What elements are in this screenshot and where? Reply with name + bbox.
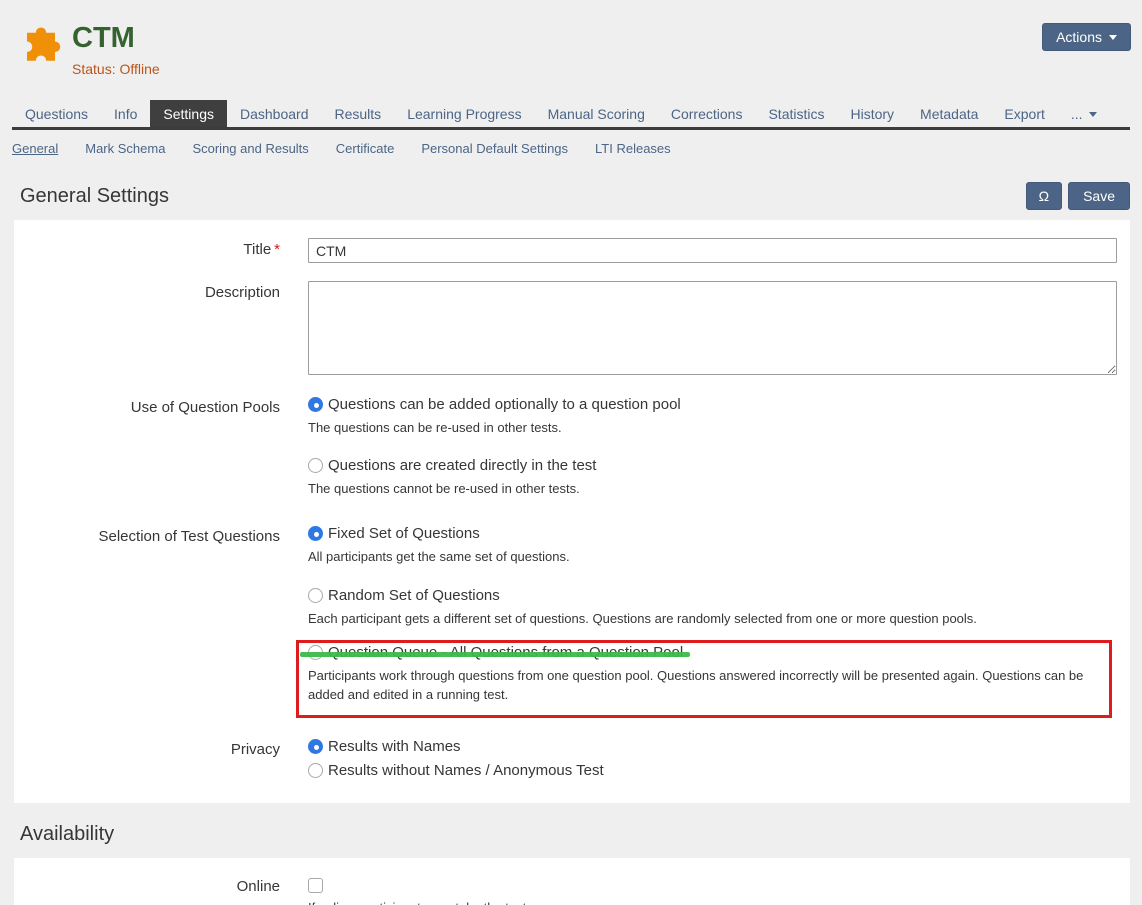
- tab-export[interactable]: Export: [991, 100, 1057, 127]
- option-help: All participants get the same set of que…: [308, 548, 1130, 567]
- radio-fixed-set[interactable]: [308, 526, 323, 541]
- privacy-label: Privacy: [14, 738, 280, 779]
- subtab-lti-releases[interactable]: LTI Releases: [595, 139, 671, 158]
- required-asterisk: *: [274, 241, 280, 258]
- omega-button[interactable]: Ω: [1026, 182, 1062, 210]
- description-textarea[interactable]: [308, 281, 1117, 375]
- option-help: Each participant gets a different set of…: [308, 610, 1130, 629]
- availability-panel: Online If online, participants can take …: [14, 858, 1130, 905]
- tab-settings[interactable]: Settings: [150, 100, 227, 127]
- online-checkbox[interactable]: [308, 878, 323, 893]
- tab-questions[interactable]: Questions: [12, 100, 101, 127]
- option-pool-direct: Questions are created directly in the te…: [308, 457, 1130, 499]
- option-random-set: Random Set of Questions Each participant…: [308, 587, 1130, 629]
- page-header: CTM Status: Offline Actions: [0, 0, 1142, 90]
- option-help: The questions can be re-used in other te…: [308, 419, 1130, 438]
- tab-more[interactable]: ...: [1058, 100, 1110, 127]
- tab-info[interactable]: Info: [101, 100, 150, 127]
- option-help: Participants work through questions from…: [308, 667, 1101, 705]
- section-title: Availability: [20, 823, 114, 846]
- general-settings-header: General Settings Ω Save: [0, 180, 1142, 212]
- description-row: Description: [14, 281, 1130, 380]
- tab-learning-progress[interactable]: Learning Progress: [394, 100, 534, 127]
- status-text: Status: Offline: [72, 61, 160, 77]
- radio-pool-optional[interactable]: [308, 397, 323, 412]
- radio-results-with-names[interactable]: [308, 739, 323, 754]
- annotation-red-box: Question Queue - All Questions from a Qu…: [296, 640, 1112, 718]
- tab-dashboard[interactable]: Dashboard: [227, 100, 322, 127]
- radio-random-set[interactable]: [308, 588, 323, 603]
- subtab-mark-schema[interactable]: Mark Schema: [85, 139, 165, 158]
- option-pool-optional: Questions can be added optionally to a q…: [308, 396, 1130, 438]
- tab-manual-scoring[interactable]: Manual Scoring: [535, 100, 658, 127]
- radio-pool-direct[interactable]: [308, 458, 323, 473]
- subtab-scoring-and-results[interactable]: Scoring and Results: [192, 139, 308, 158]
- subtab-certificate[interactable]: Certificate: [336, 139, 395, 158]
- main-tabbar: Questions Info Settings Dashboard Result…: [12, 100, 1130, 130]
- option-question-queue: Question Queue - All Questions from a Qu…: [308, 644, 1101, 705]
- general-settings-panel: Title* Description Use of Question Pools…: [14, 220, 1130, 803]
- question-selection-label: Selection of Test Questions: [14, 525, 280, 718]
- tab-results[interactable]: Results: [322, 100, 395, 127]
- option-results-anonymous: Results without Names / Anonymous Test: [308, 762, 1130, 779]
- tab-corrections[interactable]: Corrections: [658, 100, 756, 127]
- page-title: CTM: [72, 22, 160, 55]
- online-row: Online If online, participants can take …: [14, 875, 1130, 905]
- tab-history[interactable]: History: [837, 100, 907, 127]
- chevron-down-icon: [1109, 35, 1117, 40]
- radio-results-anonymous[interactable]: [308, 763, 323, 778]
- subtab-personal-default-settings[interactable]: Personal Default Settings: [421, 139, 568, 158]
- privacy-row: Privacy Results with Names Results witho…: [14, 738, 1130, 779]
- title-label: Title*: [14, 238, 280, 263]
- section-title: General Settings: [20, 185, 169, 208]
- tab-metadata[interactable]: Metadata: [907, 100, 991, 127]
- option-fixed-set: Fixed Set of Questions All participants …: [308, 525, 1130, 567]
- question-selection-row: Selection of Test Questions Fixed Set of…: [14, 525, 1130, 718]
- save-button[interactable]: Save: [1068, 182, 1130, 210]
- tab-statistics[interactable]: Statistics: [755, 100, 837, 127]
- question-pools-label: Use of Question Pools: [14, 396, 280, 499]
- option-help: The questions cannot be re-used in other…: [308, 480, 1130, 499]
- test-puzzle-icon: [20, 24, 62, 66]
- online-label: Online: [14, 875, 280, 905]
- annotation-green-strikethrough: [300, 652, 690, 657]
- title-row: Title*: [14, 238, 1130, 263]
- option-results-with-names: Results with Names: [308, 738, 1130, 755]
- title-input[interactable]: [308, 238, 1117, 263]
- chevron-down-icon: [1089, 112, 1097, 117]
- availability-header: Availability: [0, 818, 1142, 850]
- subtab-general[interactable]: General: [12, 139, 58, 158]
- description-label: Description: [14, 281, 280, 380]
- actions-button-label: Actions: [1056, 29, 1102, 45]
- sub-tabbar: General Mark Schema Scoring and Results …: [12, 139, 1130, 158]
- question-pools-row: Use of Question Pools Questions can be a…: [14, 396, 1130, 499]
- actions-button[interactable]: Actions: [1042, 23, 1131, 51]
- online-help: If online, participants can take the tes…: [308, 899, 1130, 905]
